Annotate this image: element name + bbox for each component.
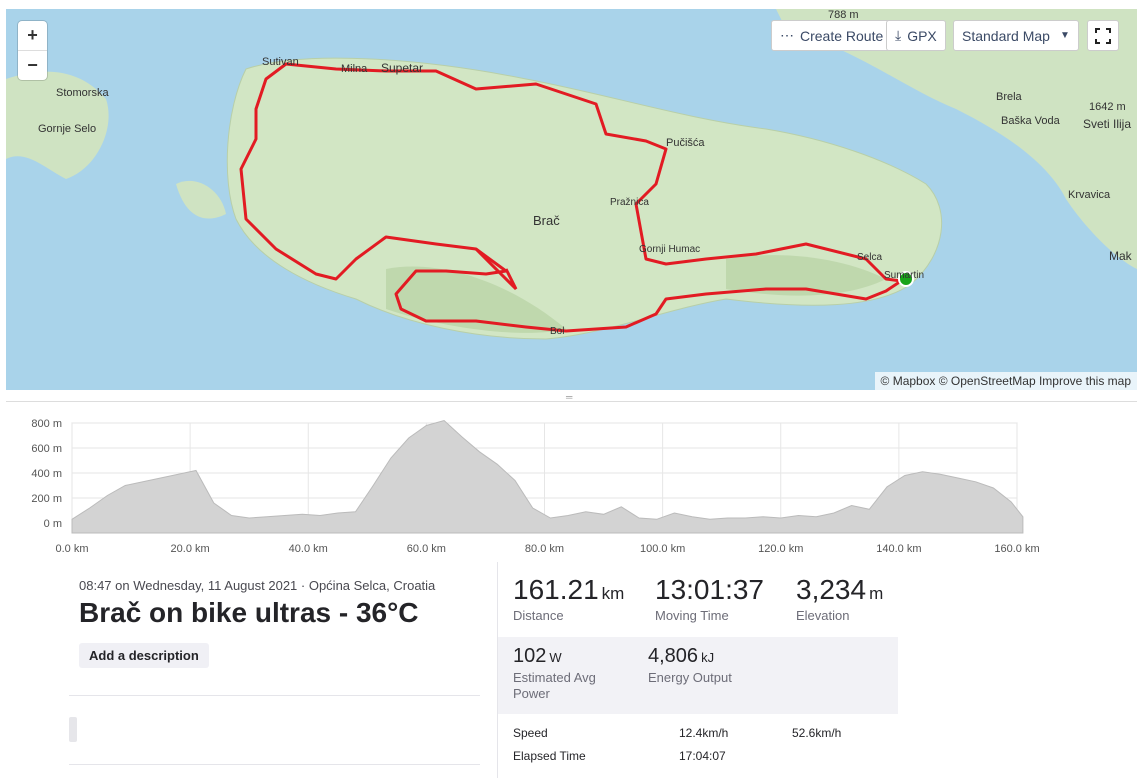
stat-unit: m — [869, 584, 884, 603]
place-label: Sutivan — [262, 56, 299, 68]
activity-header: 08:47 on Wednesday, 11 August 2021 · Opć… — [79, 578, 499, 668]
place-label: Selca — [857, 252, 883, 263]
place-label: Brela — [996, 91, 1022, 103]
stat-distance: 161.21 km Distance — [513, 574, 624, 623]
place-label: Pučišća — [666, 137, 705, 149]
stat-label: Estimated Avg Power — [513, 670, 596, 701]
stat-unit: km — [601, 584, 625, 603]
map-style-label: Standard Map — [962, 27, 1050, 44]
x-tick-label: 100.0 km — [640, 543, 685, 555]
place-label: Sumartin — [884, 270, 925, 281]
divider — [69, 695, 480, 696]
stat-energy: 4,806 kJ Energy Output — [648, 645, 732, 686]
y-tick-label: 400 m — [31, 468, 62, 480]
grip-icon: ═ — [566, 392, 573, 402]
x-tick-label: 160.0 km — [994, 543, 1039, 555]
y-tick-label: 800 m — [31, 418, 62, 430]
add-description-button[interactable]: Add a description — [79, 643, 209, 668]
stat-label: Distance — [513, 608, 564, 623]
secondary-stats: 102 W Estimated Avg Power 4,806 kJ Energy … — [498, 637, 898, 714]
create-route-button[interactable]: ⋯ Create Route — [771, 20, 893, 51]
map-canvas — [6, 9, 1137, 340]
row-label: Speed — [513, 726, 548, 740]
stat-elevation: 3,234 m Elevation — [796, 574, 883, 623]
stat-value: 102 — [513, 645, 547, 667]
stat-value: 3,234 — [796, 574, 867, 605]
stat-unit: kJ — [701, 650, 715, 665]
stat-value: 161.21 — [513, 574, 599, 605]
gpx-button[interactable]: ⤓ GPX — [886, 20, 946, 51]
fullscreen-button[interactable] — [1087, 20, 1119, 51]
place-label: Gornje Selo — [38, 123, 97, 135]
map-style-dropdown[interactable]: Standard Map ▼ — [953, 20, 1079, 51]
place-label: Pražnica — [610, 197, 649, 208]
x-tick-label: 40.0 km — [289, 543, 328, 555]
stat-moving-time: 13:01:37 Moving Time — [655, 574, 764, 623]
y-tick-label: 600 m — [31, 443, 62, 455]
x-tick-label: 60.0 km — [407, 543, 446, 555]
stat-power: 102 W Estimated Avg Power — [513, 645, 623, 702]
stat-value: 4,806 — [648, 645, 699, 667]
zoom-in-button[interactable]: + — [18, 21, 47, 50]
activity-title: Brač on bike ultras - 36°C — [79, 597, 419, 628]
place-label: Bol — [550, 326, 565, 337]
place-label: Stomorska — [56, 87, 109, 99]
map-attribution[interactable]: © Mapbox © OpenStreetMap Improve this ma… — [874, 372, 1137, 390]
place-label: Krvavica — [1068, 189, 1111, 201]
stat-label: Elevation — [796, 608, 850, 623]
place-label: Gornji Humac — [639, 244, 701, 255]
fullscreen-icon — [1095, 27, 1111, 44]
elevation-chart[interactable]: 800 m 600 m 400 m 200 m 0 m 0.0 km 20.0 km 40.… — [0, 408, 1148, 568]
stat-label: Moving Time — [655, 608, 729, 623]
max-speed: 52.6km/h — [792, 726, 842, 740]
placeholder-block — [69, 717, 77, 742]
activity-datetime: 08:47 on Wednesday, 11 August 2021 · Opć… — [79, 578, 436, 593]
caret-down-icon: ▼ — [1059, 30, 1070, 41]
gpx-label: GPX — [907, 27, 937, 44]
row-label: Elapsed Time — [513, 749, 586, 763]
x-tick-label: 20.0 km — [171, 543, 210, 555]
route-icon: ⋯ — [780, 27, 794, 43]
download-icon: ⤓ — [895, 27, 902, 43]
x-tick-label: 0.0 km — [55, 543, 88, 555]
x-tick-label: 80.0 km — [525, 543, 564, 555]
y-tick-label: 200 m — [31, 493, 62, 505]
place-label: Milna — [341, 63, 368, 75]
peak-label: 1642 m — [1089, 101, 1126, 113]
stat-label: Energy Output — [648, 670, 732, 685]
stat-value: 13:01:37 — [655, 574, 764, 605]
place-label: Baška Voda — [1001, 115, 1060, 127]
place-label: Mak — [1109, 249, 1132, 263]
resize-handle[interactable]: ═ — [6, 390, 1137, 402]
stat-unit: W — [549, 650, 562, 665]
route-map[interactable]: Stomorska Gornje Selo Sutivan Milna Supe… — [6, 9, 1137, 390]
x-tick-label: 120.0 km — [758, 543, 803, 555]
elevation-area — [71, 419, 1024, 534]
elapsed-time: 17:04:07 — [679, 749, 726, 763]
zoom-controls: + − — [18, 21, 47, 80]
place-label: Supetar — [381, 61, 424, 75]
x-tick-label: 140.0 km — [876, 543, 921, 555]
create-route-label: Create Route — [800, 27, 884, 44]
place-label: Brač — [533, 213, 560, 228]
avg-speed: 12.4km/h — [679, 726, 729, 740]
y-tick-label: 0 m — [44, 518, 62, 530]
peak-label: Sveti Ilija — [1083, 117, 1132, 131]
divider — [69, 764, 480, 765]
zoom-out-button[interactable]: − — [18, 50, 47, 80]
